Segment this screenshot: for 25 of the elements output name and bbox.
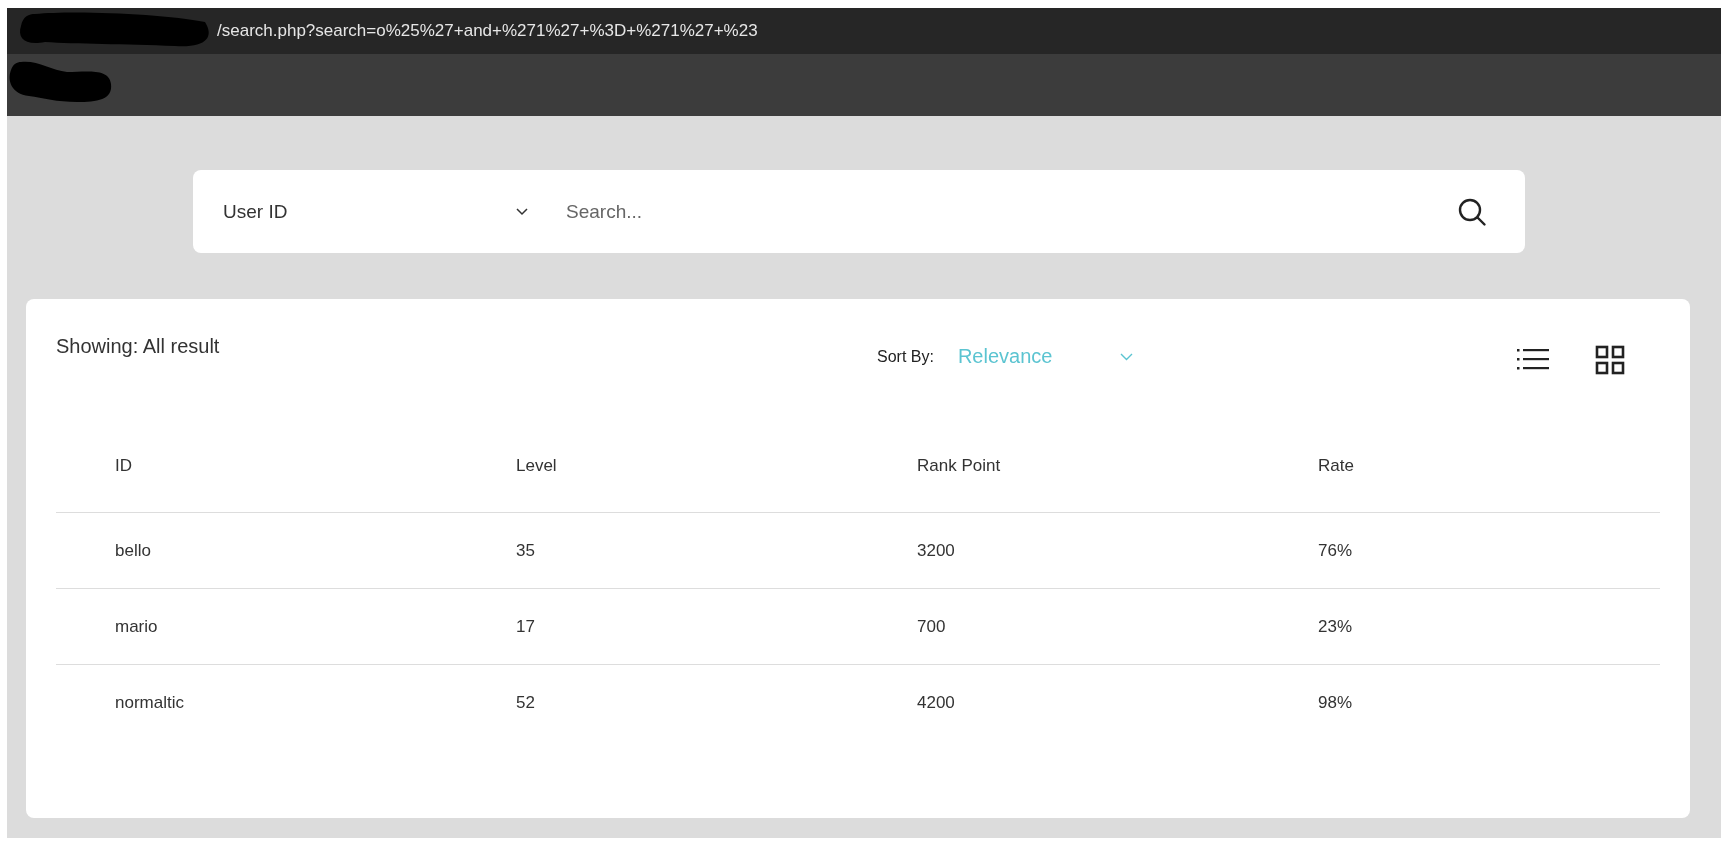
table-cell: bello xyxy=(56,512,457,589)
column-header: Level xyxy=(457,455,858,513)
sort-label: Sort By: xyxy=(877,347,934,366)
results-count: Showing: All result xyxy=(56,335,221,358)
url-text: /search.php?search=o%25%27+and+%271%27+%3D+%271%27+%23 xyxy=(217,21,758,41)
chevron-down-icon xyxy=(516,207,528,216)
table-cell: 4200 xyxy=(858,664,1259,740)
table-cell: 98% xyxy=(1259,664,1660,740)
column-header: Rank Point xyxy=(858,455,1259,513)
chevron-down-icon xyxy=(1119,352,1133,361)
grid-view-icon[interactable] xyxy=(1595,345,1625,375)
table-cell: 52 xyxy=(457,664,858,740)
table-cell: 76% xyxy=(1259,512,1660,589)
table-cell: 700 xyxy=(858,588,1259,665)
list-view-icon[interactable] xyxy=(1517,347,1549,371)
table-cell: mario xyxy=(56,588,457,665)
table-cell: 17 xyxy=(457,588,858,665)
table-cell: 3200 xyxy=(858,512,1259,589)
table-cell: normaltic xyxy=(56,664,457,740)
table-cell: 23% xyxy=(1259,588,1660,665)
search-icon[interactable] xyxy=(1457,196,1487,227)
column-header: Rate xyxy=(1259,455,1660,513)
filter-dropdown[interactable]: User ID xyxy=(223,200,528,223)
table-cell: 35 xyxy=(457,512,858,589)
column-header: ID xyxy=(56,455,457,513)
